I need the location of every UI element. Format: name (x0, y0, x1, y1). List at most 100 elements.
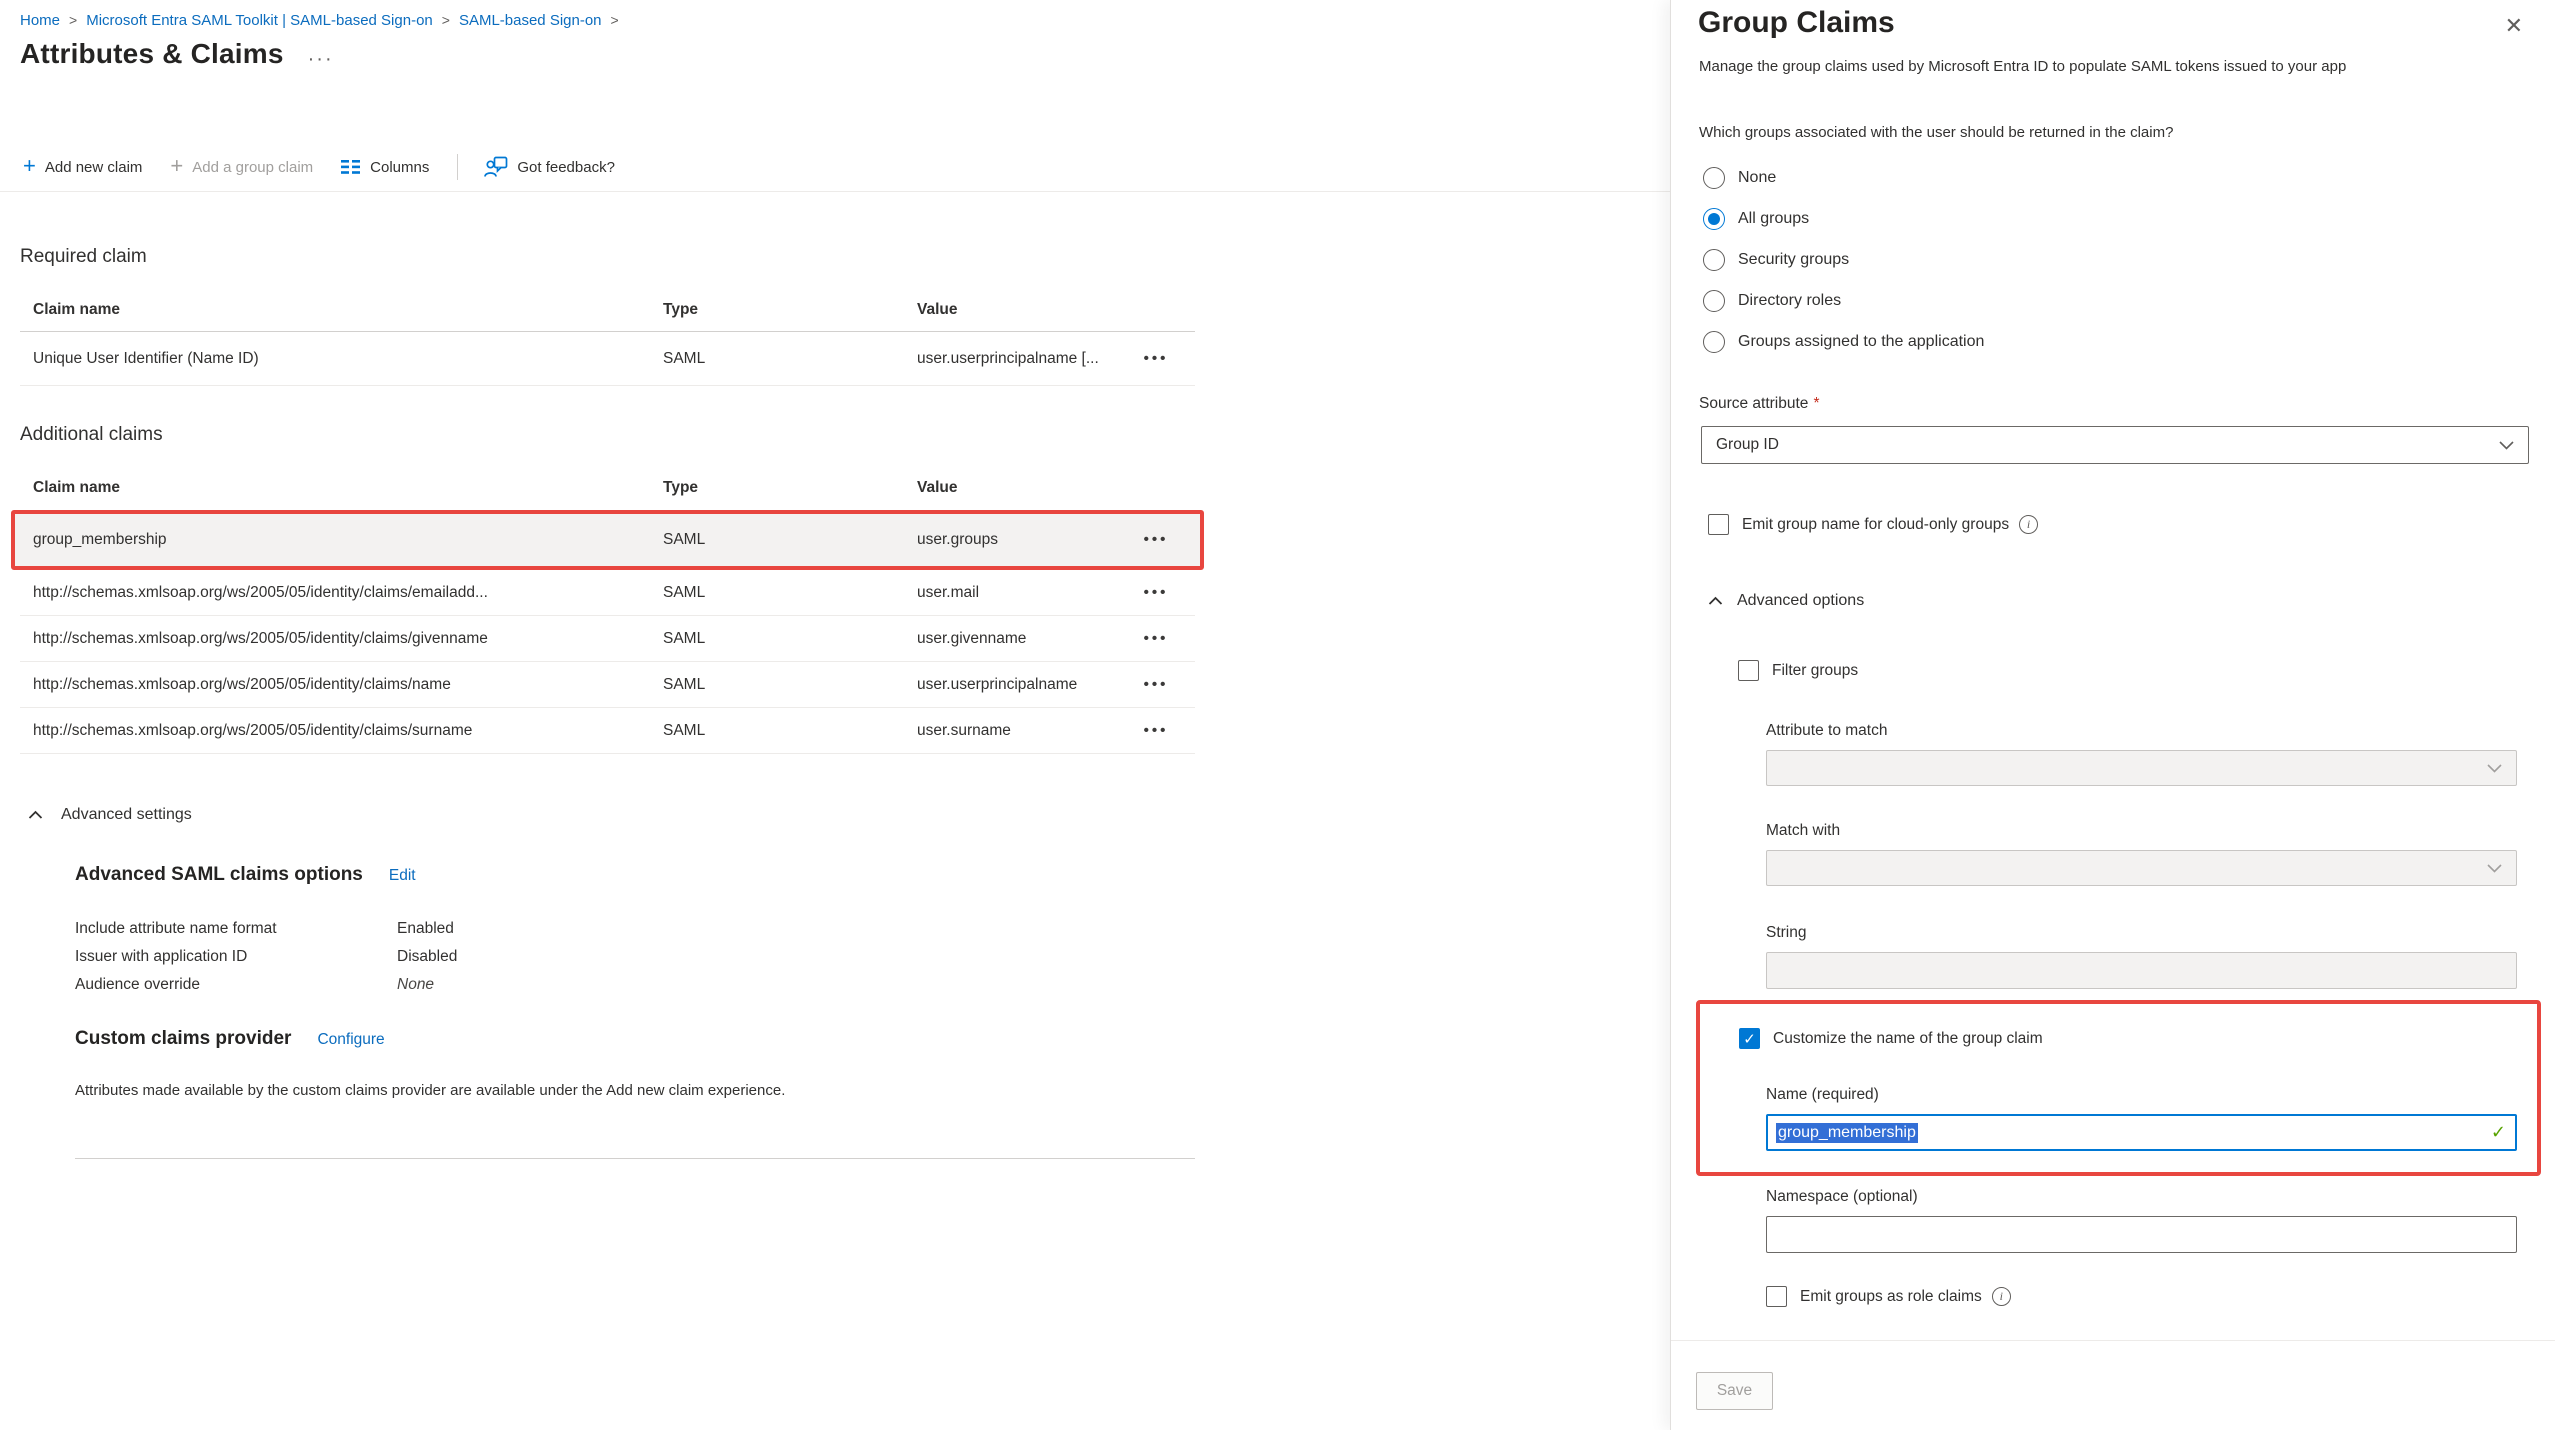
edit-link[interactable]: Edit (389, 867, 416, 885)
column-header-type: Type (650, 301, 904, 319)
match-with-label: Match with (1766, 822, 1840, 840)
column-header-value: Value (904, 301, 1117, 319)
row-menu-icon[interactable]: ••• (1144, 676, 1169, 693)
chevron-down-icon (2487, 864, 2502, 873)
radio-label: All groups (1738, 210, 1809, 228)
breadcrumb-separator: > (611, 12, 619, 28)
row-menu-icon[interactable]: ••• (1144, 531, 1169, 548)
row-menu-icon[interactable]: ••• (1144, 722, 1169, 739)
breadcrumb-link-home[interactable]: Home (20, 12, 60, 29)
claim-name-cell: http://schemas.xmlsoap.org/ws/2005/05/id… (20, 630, 650, 648)
advanced-settings-toggle[interactable]: Advanced settings (20, 806, 1195, 824)
toolbar: + Add new claim + Add a group claim Colu… (23, 148, 643, 186)
breadcrumb-link-saml-signon[interactable]: SAML-based Sign-on (459, 12, 602, 29)
breadcrumb-separator: > (442, 12, 450, 28)
radio-security-groups[interactable]: Security groups (1703, 239, 1984, 280)
add-group-claim-button[interactable]: + Add a group claim (170, 157, 313, 177)
panel-title: Group Claims (1698, 6, 1895, 40)
claim-value-cell: user.userprincipalname (904, 676, 1117, 694)
string-input[interactable] (1766, 952, 2517, 989)
emit-roles-checkbox-row[interactable]: Emit groups as role claims i (1766, 1286, 2011, 1307)
attribute-to-match-label: Attribute to match (1766, 722, 1887, 740)
radio-none[interactable]: None (1703, 157, 1984, 198)
radio-button-icon (1703, 290, 1725, 312)
row-menu-icon[interactable]: ••• (1144, 350, 1169, 367)
setting-value: Disabled (397, 948, 457, 966)
setting-label: Audience override (75, 976, 397, 994)
table-row[interactable]: http://schemas.xmlsoap.org/ws/2005/05/id… (20, 708, 1195, 754)
claim-value-cell: user.mail (904, 584, 1117, 602)
column-header-type: Type (650, 479, 904, 497)
dropdown-value: Group ID (1716, 436, 1779, 454)
radio-directory-roles[interactable]: Directory roles (1703, 280, 1984, 321)
filter-groups-checkbox-row[interactable]: Filter groups (1738, 660, 1858, 681)
custom-claims-provider-description: Attributes made available by the custom … (75, 1082, 785, 1099)
toolbar-rule (0, 191, 1670, 192)
breadcrumb-link-app[interactable]: Microsoft Entra SAML Toolkit | SAML-base… (86, 12, 433, 29)
additional-claims-table: Claim name Type Value group_membership S… (20, 466, 1195, 754)
advanced-options-toggle[interactable]: Advanced options (1708, 592, 1864, 610)
customize-name-checkbox-row[interactable]: ✓ Customize the name of the group claim (1739, 1028, 2043, 1049)
advanced-options-label: Advanced options (1737, 592, 1864, 610)
more-options-icon[interactable]: ··· (308, 39, 334, 69)
table-row-selected[interactable]: group_membership SAML user.groups ••• (20, 514, 1195, 566)
name-required-label: Name (required) (1766, 1086, 1879, 1104)
row-menu-icon[interactable]: ••• (1144, 630, 1169, 647)
main-content: Home > Microsoft Entra SAML Toolkit | SAML… (0, 0, 1670, 1430)
table-row[interactable]: http://schemas.xmlsoap.org/ws/2005/05/id… (20, 662, 1195, 708)
claim-value-cell: user.userprincipalname [... (904, 350, 1117, 368)
claim-name-cell: group_membership (20, 531, 650, 549)
checkbox-icon (1708, 514, 1729, 535)
info-icon[interactable]: i (2019, 515, 2038, 534)
radio-button-icon (1703, 167, 1725, 189)
claim-type-cell: SAML (650, 350, 904, 368)
setting-value: None (397, 976, 434, 994)
got-feedback-button[interactable]: Got feedback? (484, 156, 615, 178)
table-row[interactable]: http://schemas.xmlsoap.org/ws/2005/05/id… (20, 570, 1195, 616)
setting-value: Enabled (397, 920, 454, 938)
section-divider (75, 1158, 1195, 1159)
namespace-input[interactable] (1766, 1216, 2517, 1253)
claim-type-cell: SAML (650, 676, 904, 694)
radio-button-icon (1703, 249, 1725, 271)
additional-claims-heading: Additional claims (20, 424, 163, 446)
add-new-claim-button[interactable]: + Add new claim (23, 157, 142, 177)
claim-type-cell: SAML (650, 531, 904, 549)
emit-group-name-checkbox-row[interactable]: Emit group name for cloud-only groups i (1708, 514, 2038, 535)
name-input[interactable]: group_membership ✓ (1766, 1114, 2517, 1151)
close-icon[interactable]: ✕ (2499, 14, 2529, 38)
groups-question-label: Which groups associated with the user sh… (1699, 124, 2173, 141)
row-menu-icon[interactable]: ••• (1144, 584, 1169, 601)
chevron-down-icon (2487, 764, 2502, 773)
configure-link[interactable]: Configure (317, 1031, 384, 1049)
columns-button[interactable]: Columns (341, 159, 429, 176)
chevron-up-icon (1708, 596, 1723, 606)
required-asterisk: * (1813, 395, 1819, 412)
checkbox-icon (1766, 1286, 1787, 1307)
save-button[interactable]: Save (1696, 1372, 1773, 1410)
saml-options-header: Advanced SAML claims options Edit (75, 864, 416, 886)
highlight-box-group-claim-row: group_membership SAML user.groups ••• (11, 510, 1204, 570)
group-type-radio-group: None All groups Security groups Director… (1703, 157, 1984, 362)
radio-label: None (1738, 169, 1776, 187)
info-icon[interactable]: i (1992, 1287, 2011, 1306)
claim-value-cell: user.surname (904, 722, 1117, 740)
radio-groups-assigned[interactable]: Groups assigned to the application (1703, 321, 1984, 362)
match-with-dropdown[interactable] (1766, 850, 2517, 886)
table-row[interactable]: http://schemas.xmlsoap.org/ws/2005/05/id… (20, 616, 1195, 662)
selected-text: group_membership (1776, 1123, 1918, 1143)
valid-check-icon: ✓ (2491, 1122, 2506, 1143)
claim-value-cell: user.groups (904, 531, 1117, 549)
attribute-to-match-dropdown[interactable] (1766, 750, 2517, 786)
footer-divider (1671, 1340, 2555, 1341)
page-title: Attributes & Claims (20, 38, 284, 70)
saml-options-title: Advanced SAML claims options (75, 864, 363, 886)
table-row[interactable]: Unique User Identifier (Name ID) SAML us… (20, 332, 1195, 386)
columns-label: Columns (370, 159, 429, 176)
source-attribute-dropdown[interactable]: Group ID (1701, 426, 2529, 464)
required-claim-table: Claim name Type Value Unique User Identi… (20, 288, 1195, 386)
radio-all-groups[interactable]: All groups (1703, 198, 1984, 239)
got-feedback-label: Got feedback? (517, 159, 615, 176)
string-label: String (1766, 924, 1807, 942)
plus-icon: + (170, 155, 183, 177)
